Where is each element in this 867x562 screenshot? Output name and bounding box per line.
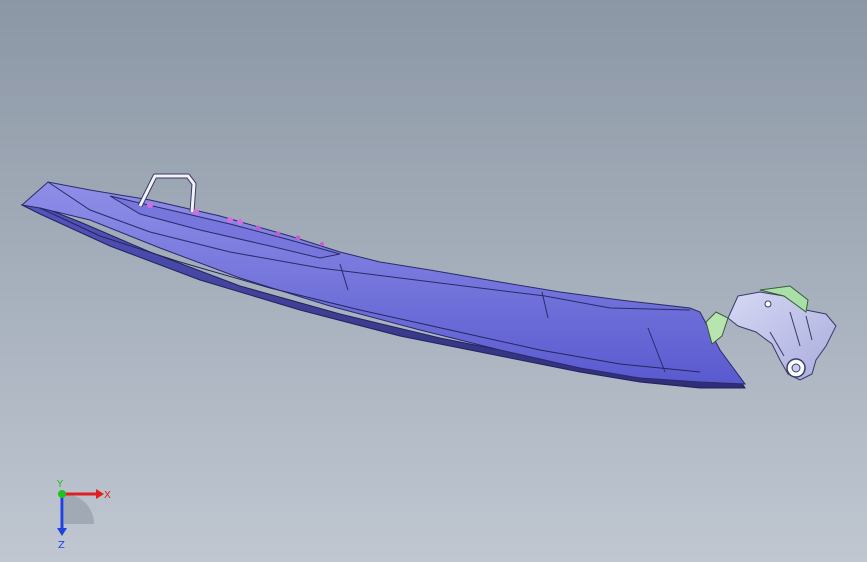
trim-panel-part[interactable] bbox=[20, 181, 747, 389]
3d-viewport[interactable]: X Z Y bbox=[0, 0, 867, 562]
bracket-small-hole bbox=[764, 300, 772, 308]
y-axis-label: Y bbox=[56, 479, 64, 490]
z-axis-head bbox=[57, 528, 67, 536]
bracket-hole-inner bbox=[791, 363, 801, 373]
fastener bbox=[275, 231, 281, 237]
z-axis-label: Z bbox=[58, 540, 65, 551]
fastener bbox=[320, 242, 324, 246]
trim-upper-face bbox=[20, 181, 747, 385]
orientation-triad: X Z Y bbox=[40, 476, 120, 552]
x-axis-head bbox=[96, 489, 104, 499]
y-axis-dot bbox=[58, 490, 66, 498]
fastener bbox=[255, 225, 261, 231]
fastener bbox=[193, 209, 199, 215]
bracket-plate bbox=[727, 291, 837, 381]
fastener bbox=[295, 235, 301, 241]
x-axis-label: X bbox=[104, 490, 111, 501]
model-canvas[interactable] bbox=[0, 0, 867, 562]
fastener bbox=[227, 217, 233, 223]
fastener bbox=[237, 219, 243, 225]
triad-shadow bbox=[64, 494, 94, 524]
fastener bbox=[147, 202, 153, 208]
